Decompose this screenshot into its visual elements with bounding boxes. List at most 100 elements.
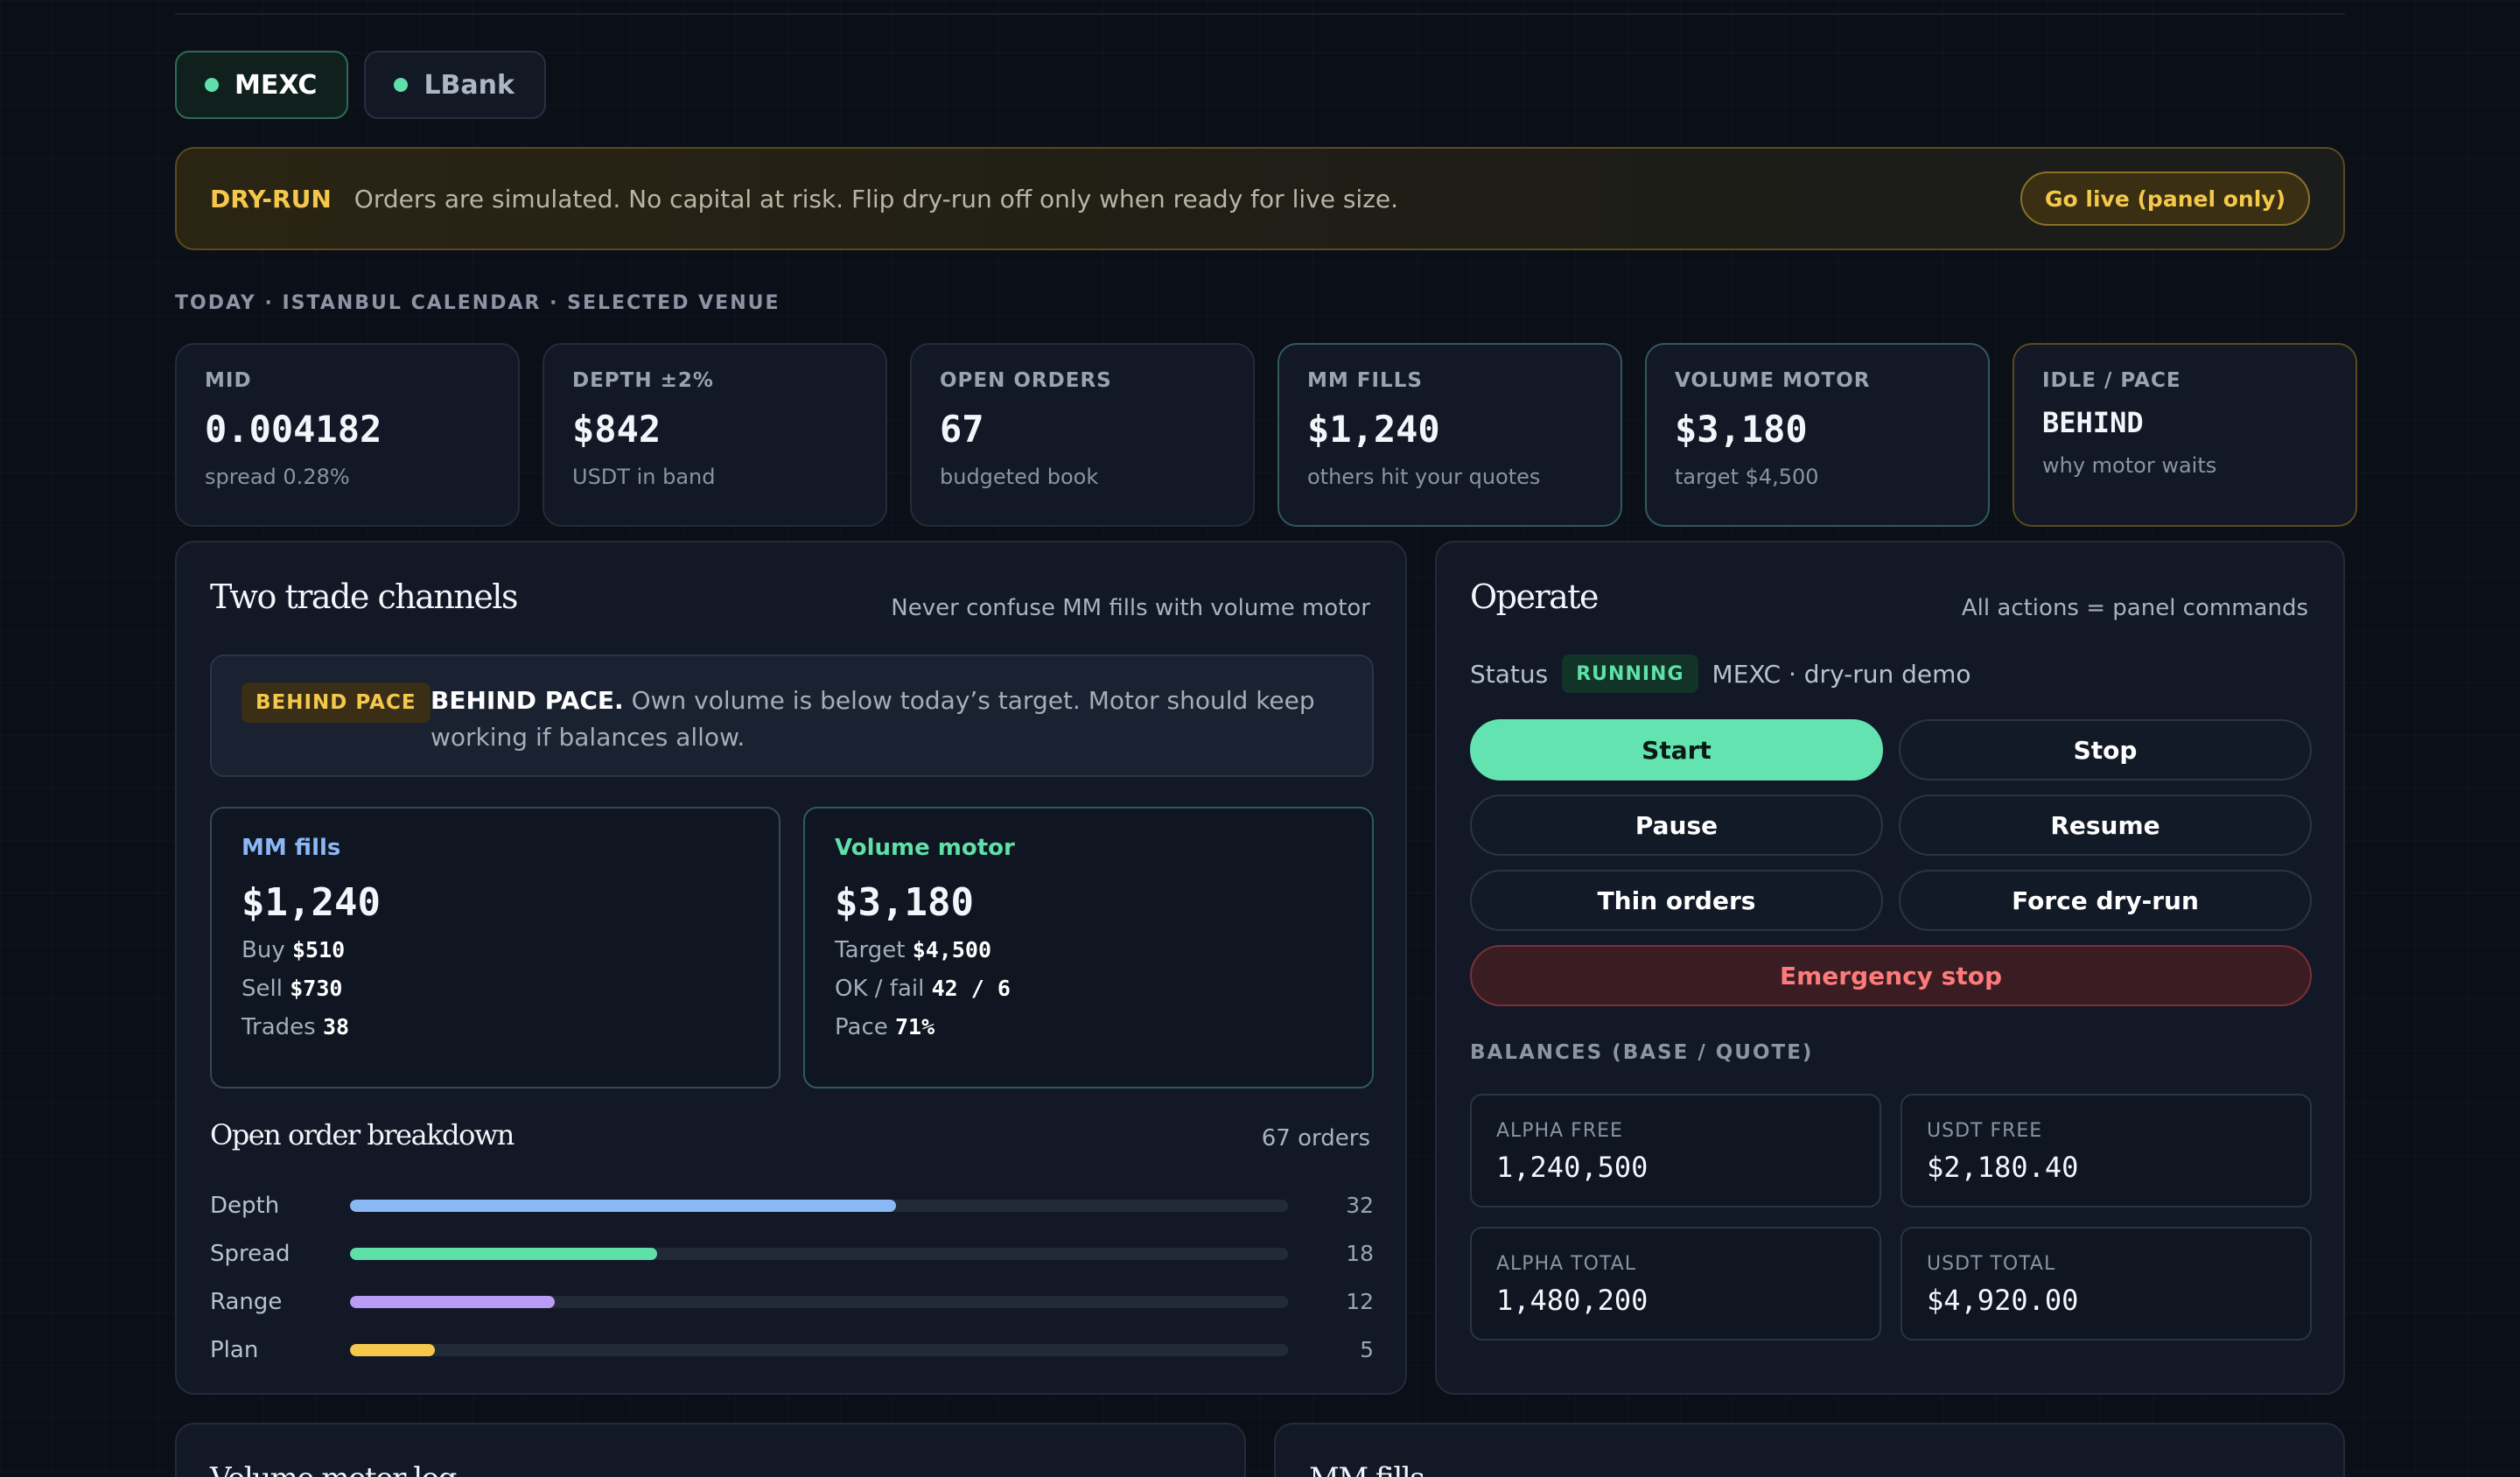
row-value: $510 xyxy=(291,937,346,962)
balance-value: 1,240,500 xyxy=(1496,1151,1648,1184)
channel-row: Buy $510 xyxy=(242,937,749,963)
thin-orders-button[interactable]: Thin orders xyxy=(1470,870,1883,931)
balance-value: $4,920.00 xyxy=(1927,1284,2079,1317)
pace-message: BEHIND PACE. Own volume is below today’s… xyxy=(430,682,1337,756)
stat-value: 0.004182 xyxy=(205,408,382,451)
top-divider xyxy=(175,13,2345,15)
venue-tab-label: MEXC xyxy=(234,69,318,101)
status-label: Status xyxy=(1470,659,1549,689)
emergency-stop-button[interactable]: Emergency stop xyxy=(1470,945,2312,1006)
row-value: 71% xyxy=(895,1014,935,1040)
breakdown-row-depth: Depth 32 xyxy=(210,1181,1374,1229)
pace-alert: BEHIND PACE BEHIND PACE. Own volume is b… xyxy=(210,654,1374,777)
breakdown-row-spread: Spread 18 xyxy=(210,1229,1374,1278)
breakdown-bars: Depth 32 Spread 18 Range 12 Plan 5 xyxy=(210,1181,1374,1374)
stat-label: OPEN ORDERS xyxy=(940,369,1112,392)
bar-label: Spread xyxy=(210,1240,290,1267)
channel-row: Pace 71% xyxy=(835,1014,1342,1040)
stat-sub: target $4,500 xyxy=(1675,465,1819,489)
channel-heading: Volume motor xyxy=(835,835,1015,861)
status-dot-icon xyxy=(394,78,409,92)
resume-button[interactable]: Resume xyxy=(1899,794,2312,856)
start-button[interactable]: Start xyxy=(1470,719,1883,780)
balance-card-alpha-total: ALPHA TOTAL 1,480,200 xyxy=(1470,1227,1881,1340)
dry-run-message: Orders are simulated. No capital at risk… xyxy=(354,184,1399,214)
stat-value: $1,240 xyxy=(1307,408,1440,451)
breakdown-count: 67 orders xyxy=(1261,1125,1370,1152)
stat-card-idle-pace: IDLE / PACE BEHIND why motor waits xyxy=(2012,343,2357,527)
bar-track xyxy=(350,1343,1288,1356)
balance-label: ALPHA TOTAL xyxy=(1496,1253,1636,1275)
panel-title: MM fills xyxy=(1309,1461,1425,1477)
channel-row: OK / fail 42 / 6 xyxy=(835,976,1342,1002)
stat-label: DEPTH ±2% xyxy=(572,369,714,392)
channel-row: Target $4,500 xyxy=(835,937,1342,963)
row-label: Target xyxy=(835,937,906,963)
dry-run-tag: DRY-RUN xyxy=(210,184,332,214)
balances-label: BALANCES (BASE / QUOTE) xyxy=(1470,1041,1814,1064)
row-label: Trades xyxy=(242,1014,316,1040)
channel-row: Sell $730 xyxy=(242,976,749,1002)
stat-label: MM FILLS xyxy=(1307,369,1423,392)
row-value: 42 / 6 xyxy=(931,976,1011,1001)
dry-run-banner: DRY-RUN Orders are simulated. No capital… xyxy=(175,147,2345,250)
stat-card-open-orders: OPEN ORDERS 67 budgeted book xyxy=(910,343,1255,527)
operate-panel: Operate All actions = panel commands Sta… xyxy=(1435,541,2345,1395)
panel-note: Never confuse MM fills with volume motor xyxy=(891,595,1370,621)
status-row: Status RUNNING MEXC · dry-run demo xyxy=(1470,654,1971,693)
go-live-button[interactable]: Go live (panel only) xyxy=(2020,172,2310,226)
section-label: TODAY · ISTANBUL CALENDAR · SELECTED VEN… xyxy=(175,292,780,314)
row-label: Sell xyxy=(242,976,283,1002)
bar-fill xyxy=(350,1343,436,1356)
balance-card-usdt-free: USDT FREE $2,180.40 xyxy=(1900,1094,2312,1208)
status-badge: RUNNING xyxy=(1562,654,1698,693)
venue-tab-label: LBank xyxy=(424,69,514,101)
bar-track xyxy=(350,1247,1288,1260)
stat-value: BEHIND xyxy=(2042,406,2144,439)
bar-fill xyxy=(350,1247,657,1260)
volume-motor-card: Volume motor $3,180 Target $4,500 OK / f… xyxy=(803,807,1374,1088)
channel-value: $1,240 xyxy=(242,880,381,925)
row-label: Buy xyxy=(242,937,285,963)
row-label: OK / fail xyxy=(835,976,925,1002)
bar-label: Plan xyxy=(210,1336,259,1363)
stat-card-volume-motor: VOLUME MOTOR $3,180 target $4,500 xyxy=(1645,343,1990,527)
balance-label: USDT TOTAL xyxy=(1927,1253,2056,1275)
bar-count: 5 xyxy=(1360,1337,1374,1362)
channel-heading: MM fills xyxy=(242,835,341,861)
venue-tab-mexc[interactable]: MEXC xyxy=(175,51,349,119)
stat-sub: why motor waits xyxy=(2042,453,2217,478)
stop-button[interactable]: Stop xyxy=(1899,719,2312,780)
status-dot-icon xyxy=(205,78,219,92)
force-dry-run-button[interactable]: Force dry-run xyxy=(1899,870,2312,931)
bar-count: 32 xyxy=(1346,1193,1374,1218)
bar-label: Depth xyxy=(210,1192,280,1219)
balance-card-alpha-free: ALPHA FREE 1,240,500 xyxy=(1470,1094,1881,1208)
stat-sub: spread 0.28% xyxy=(205,465,350,489)
panel-title: Two trade channels xyxy=(210,578,518,616)
stat-value: $3,180 xyxy=(1675,408,1808,451)
bar-fill xyxy=(350,1295,555,1308)
stat-sub: USDT in band xyxy=(572,465,716,489)
channel-value: $3,180 xyxy=(835,880,974,925)
breakdown-row-range: Range 12 xyxy=(210,1278,1374,1326)
bar-track xyxy=(350,1295,1288,1308)
mm-fills-card: MM fills $1,240 Buy $510 Sell $730 Trade… xyxy=(210,807,780,1088)
row-value: $730 xyxy=(290,976,343,1001)
bar-label: Range xyxy=(210,1288,283,1315)
pause-button[interactable]: Pause xyxy=(1470,794,1883,856)
status-text: MEXC · dry-run demo xyxy=(1712,659,1971,689)
venue-tabs: MEXC LBank xyxy=(175,51,546,119)
stat-value: $842 xyxy=(572,408,662,451)
bar-fill xyxy=(350,1199,896,1212)
balance-card-usdt-total: USDT TOTAL $4,920.00 xyxy=(1900,1227,2312,1340)
mm-fills-panel: MM fills xyxy=(1274,1423,2345,1477)
trade-channels-panel: Two trade channels Never confuse MM fill… xyxy=(175,541,1407,1395)
control-buttons: Start Stop Pause Resume Thin orders Forc… xyxy=(1470,719,2312,1006)
venue-tab-lbank[interactable]: LBank xyxy=(364,51,546,119)
pace-message-bold: BEHIND PACE. xyxy=(430,686,624,715)
breakdown-row-plan: Plan 5 xyxy=(210,1326,1374,1374)
stat-card-depth: DEPTH ±2% $842 USDT in band xyxy=(542,343,887,527)
stat-label: MID xyxy=(205,369,252,392)
balances-grid: ALPHA FREE 1,240,500 USDT FREE $2,180.40… xyxy=(1470,1094,2312,1340)
